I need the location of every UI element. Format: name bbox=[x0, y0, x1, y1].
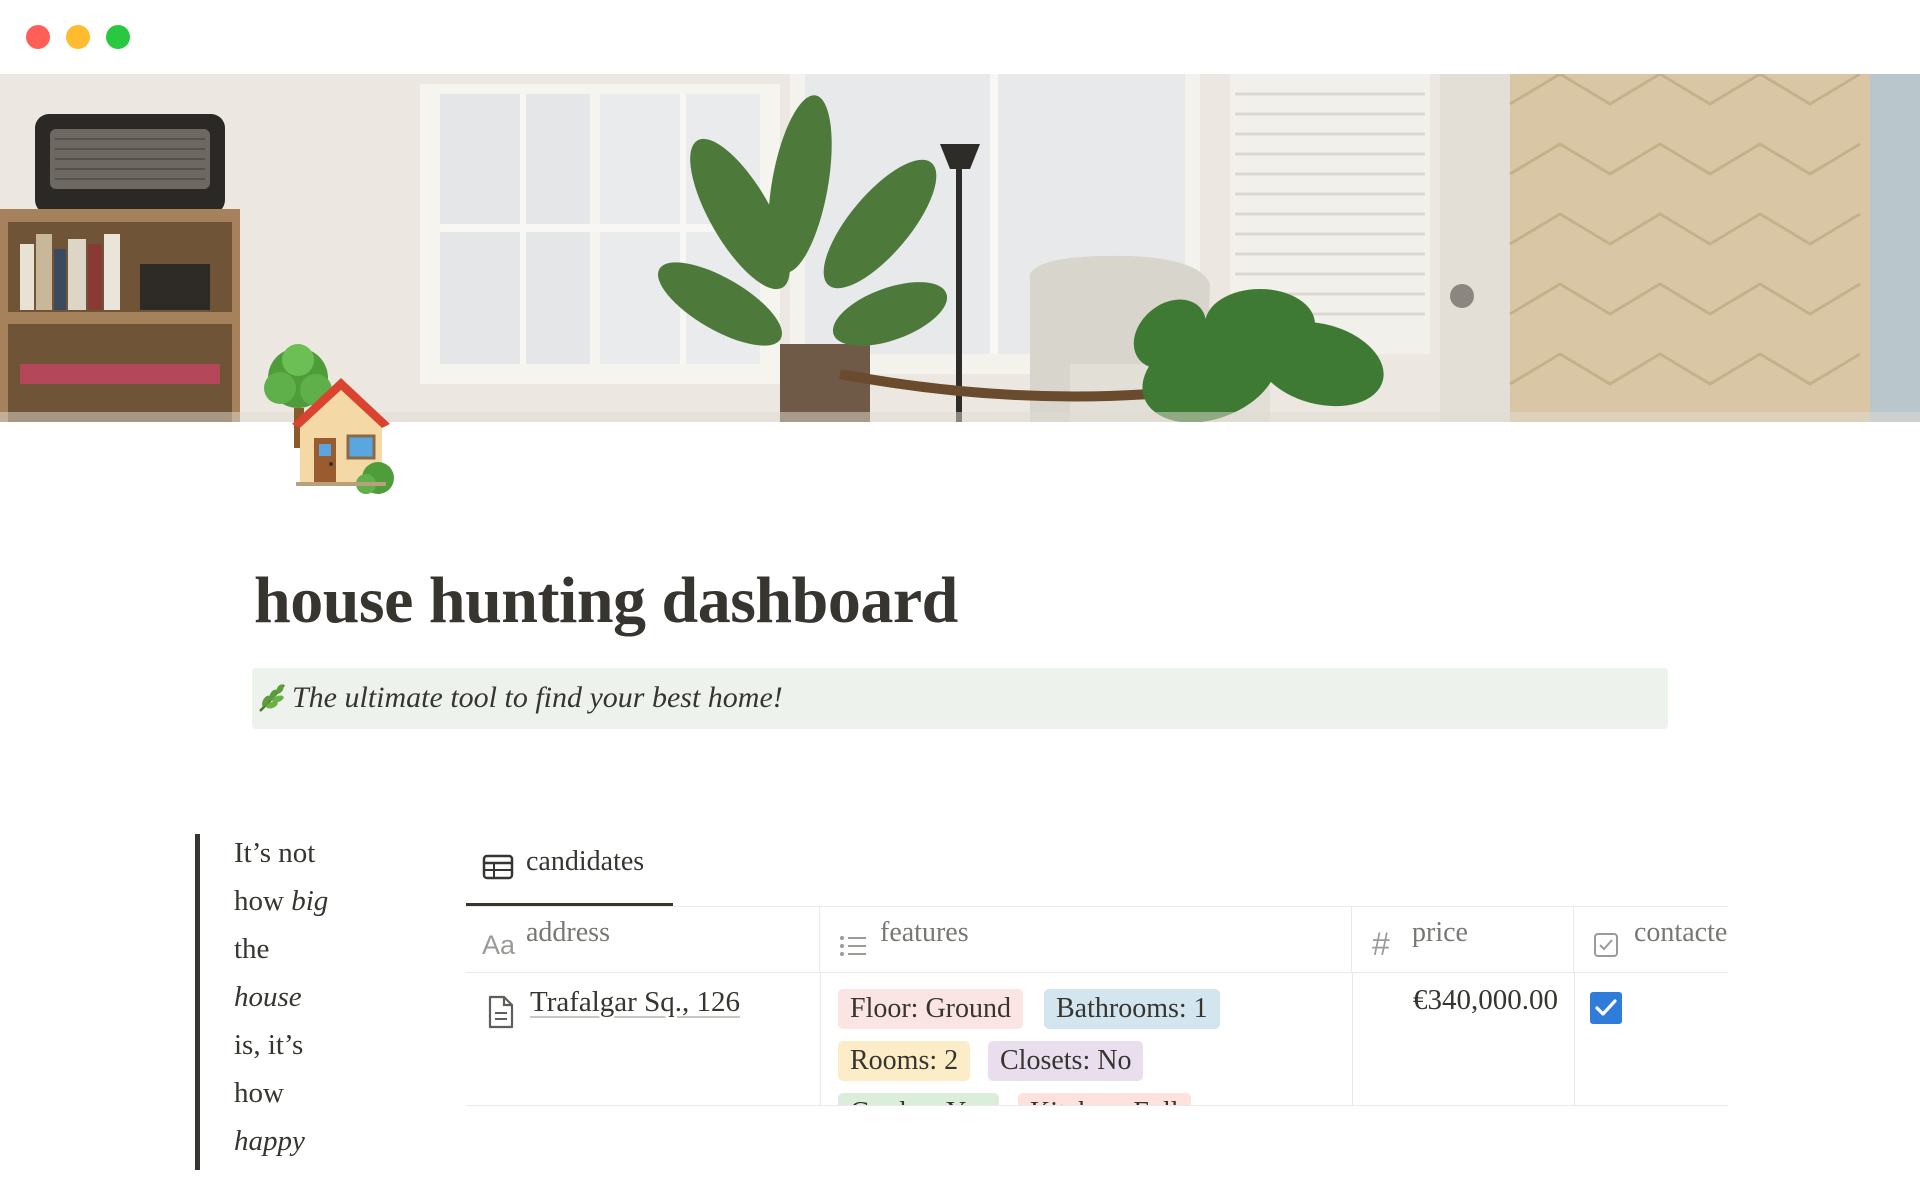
house-with-garden-icon[interactable] bbox=[258, 338, 418, 498]
table-icon bbox=[482, 851, 514, 883]
candidates-database: candidates Aa address features # price c… bbox=[466, 834, 1728, 1106]
window-titlebar bbox=[0, 0, 1920, 74]
quote-line: the bbox=[234, 933, 270, 965]
column-divider bbox=[1352, 973, 1353, 1105]
quote-line: how bbox=[234, 1077, 284, 1109]
column-label-features: features bbox=[880, 917, 969, 948]
row-address-link[interactable]: Trafalgar Sq., 126 bbox=[530, 986, 740, 1019]
callout-text: The ultimate tool to find your best home… bbox=[292, 681, 783, 714]
tab-candidates[interactable]: candidates bbox=[466, 834, 673, 906]
text-property-icon: Aa bbox=[482, 930, 516, 960]
feature-tag[interactable]: Closets: No bbox=[988, 1041, 1144, 1081]
quote-line: house bbox=[234, 981, 302, 1013]
page-icon bbox=[486, 994, 516, 1030]
quote-line: It’s not bbox=[234, 837, 316, 869]
number-property-icon: # bbox=[1372, 926, 1390, 962]
feature-tag[interactable]: Rooms: 2 bbox=[838, 1041, 971, 1081]
list-property-icon bbox=[838, 930, 868, 965]
column-divider bbox=[1574, 973, 1575, 1105]
close-window-button[interactable] bbox=[26, 25, 50, 49]
callout[interactable]: The ultimate tool to find your best home… bbox=[252, 668, 1668, 729]
column-header-address[interactable] bbox=[466, 907, 820, 973]
quote-line: how big bbox=[234, 885, 329, 917]
feature-tag[interactable]: Bathrooms: 1 bbox=[1044, 989, 1220, 1029]
quote-line: is, it’s bbox=[234, 1029, 304, 1061]
row-divider bbox=[466, 1105, 1728, 1106]
maximize-window-button[interactable] bbox=[106, 25, 130, 49]
contacted-checkbox[interactable] bbox=[1590, 992, 1622, 1024]
herb-icon bbox=[256, 681, 288, 715]
row-price[interactable]: €340,000.00 bbox=[1413, 984, 1558, 1017]
column-divider bbox=[820, 973, 821, 1105]
feature-tag[interactable]: Floor: Ground bbox=[838, 989, 1023, 1029]
column-label-price: price bbox=[1412, 917, 1468, 948]
checkbox-property-icon bbox=[1592, 931, 1620, 964]
tab-label: candidates bbox=[526, 846, 645, 877]
column-label-address: address bbox=[526, 917, 610, 948]
check-icon bbox=[1595, 999, 1617, 1016]
quote-block[interactable]: It’s not how big the house is, it’s how … bbox=[195, 834, 355, 1170]
quote-line: happy bbox=[234, 1125, 305, 1157]
minimize-window-button[interactable] bbox=[66, 25, 90, 49]
column-label-contacted: contacted bbox=[1634, 917, 1728, 948]
page-title[interactable]: house hunting dashboard bbox=[254, 563, 958, 639]
